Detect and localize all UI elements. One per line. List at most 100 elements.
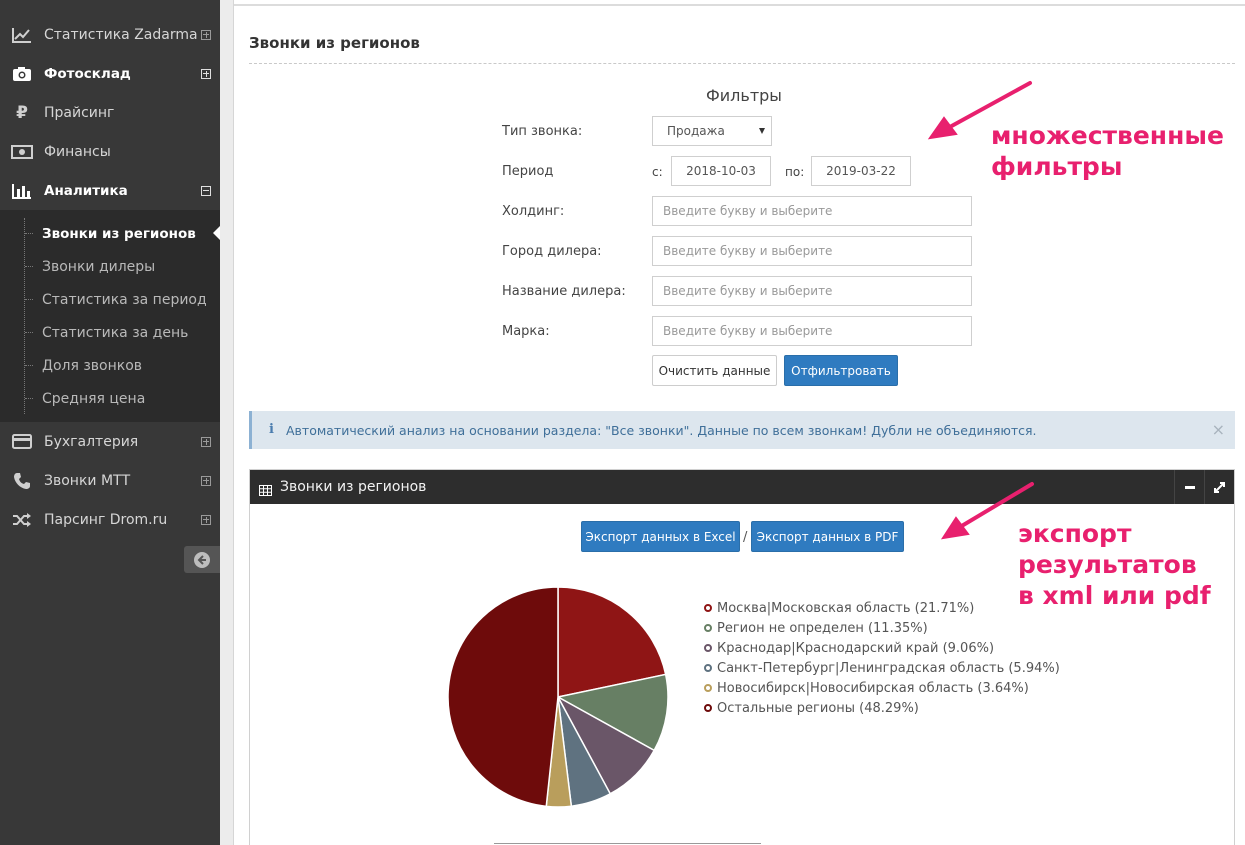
line-chart-icon bbox=[11, 26, 33, 44]
money-icon bbox=[11, 143, 33, 161]
dealer-name-label: Название дилера: bbox=[502, 284, 626, 299]
close-icon[interactable]: × bbox=[1212, 420, 1225, 439]
sidebar-item-drom-parsing[interactable]: Парсинг Drom.ru bbox=[0, 500, 220, 539]
filters-heading: Фильтры bbox=[706, 86, 782, 105]
period-to-label: по: bbox=[785, 165, 805, 179]
info-text: Автоматический анализ на основании разде… bbox=[286, 423, 1037, 438]
legend-item[interactable]: Москва|Московская область (21.71%) bbox=[704, 598, 1060, 618]
sidebar-item-label: Статистика Zadarma bbox=[44, 26, 198, 43]
sidebar-item-label: Фотосклад bbox=[44, 65, 131, 82]
submenu-item-region-calls[interactable]: Звонки из регионов bbox=[0, 217, 220, 250]
annotation-line: результатов bbox=[1018, 550, 1197, 579]
expand-arrows-icon bbox=[1214, 481, 1225, 493]
sidebar-item-label: Финансы bbox=[44, 143, 111, 160]
legend-marker-icon bbox=[704, 644, 712, 652]
widget-title: Звонки из регионов bbox=[280, 479, 427, 495]
annotation-line: фильтры bbox=[991, 152, 1123, 181]
clear-data-button[interactable]: Очистить данные bbox=[652, 355, 777, 386]
sidebar-item-analytics[interactable]: Аналитика bbox=[0, 171, 220, 210]
export-pdf-button[interactable]: Экспорт данных в PDF bbox=[751, 521, 904, 552]
dealer-name-input[interactable]: Введите букву и выберите bbox=[652, 276, 972, 306]
legend-label: Регион не определен (11.35%) bbox=[717, 620, 928, 636]
fullscreen-button[interactable] bbox=[1204, 470, 1234, 504]
widget-header: Звонки из регионов bbox=[250, 470, 1234, 504]
sidebar-item-mtt-calls[interactable]: Звонки МТТ bbox=[0, 461, 220, 500]
legend-label: Остальные регионы (48.29%) bbox=[717, 700, 919, 716]
analytics-submenu: Звонки из регионов Звонки дилеры Статист… bbox=[0, 210, 220, 422]
pie-slice[interactable] bbox=[447, 586, 559, 808]
submenu-item-calls-share[interactable]: Доля звонков bbox=[0, 349, 220, 382]
legend-label: Москва|Московская область (21.71%) bbox=[717, 600, 975, 616]
submenu-item-label: Доля звонков bbox=[42, 357, 143, 374]
sidebar-item-photostock[interactable]: Фотосклад bbox=[0, 54, 220, 93]
legend-item[interactable]: Остальные регионы (48.29%) bbox=[704, 698, 1060, 718]
expand-icon[interactable] bbox=[201, 514, 211, 525]
expand-icon[interactable] bbox=[201, 475, 211, 486]
legend-marker-icon bbox=[704, 664, 712, 672]
submenu-item-label: Статистика за период bbox=[42, 291, 207, 308]
info-alert: i Автоматический анализ на основании раз… bbox=[249, 411, 1235, 449]
annotation-line: множественные bbox=[991, 121, 1224, 150]
collapse-icon[interactable] bbox=[201, 185, 211, 196]
legend-marker-icon bbox=[704, 704, 712, 712]
chevron-down-icon bbox=[759, 128, 765, 134]
expand-icon[interactable] bbox=[201, 68, 211, 79]
sidebar-item-label: Бухгалтерия bbox=[44, 433, 139, 450]
info-icon: i bbox=[269, 422, 274, 437]
legend-marker-icon bbox=[704, 604, 712, 612]
export-excel-button[interactable]: Экспорт данных в Excel bbox=[581, 521, 740, 552]
camera-icon bbox=[11, 65, 33, 83]
page-title: Звонки из регионов bbox=[249, 34, 420, 52]
expand-icon[interactable] bbox=[201, 436, 211, 447]
minimize-button[interactable] bbox=[1174, 470, 1204, 504]
holding-input[interactable]: Введите букву и выберите bbox=[652, 196, 972, 226]
submenu-item-label: Звонки из регионов bbox=[42, 225, 196, 242]
holding-label: Холдинг: bbox=[502, 204, 565, 219]
arrow-left-circle-icon bbox=[194, 551, 210, 568]
submenu-item-dealer-calls[interactable]: Звонки дилеры bbox=[0, 250, 220, 283]
period-label: Период bbox=[502, 164, 554, 179]
filter-button[interactable]: Отфильтровать bbox=[784, 355, 898, 386]
legend-item[interactable]: Регион не определен (11.35%) bbox=[704, 618, 1060, 638]
minus-icon bbox=[1184, 485, 1195, 489]
legend-marker-icon bbox=[704, 684, 712, 692]
expand-icon[interactable] bbox=[201, 29, 211, 40]
brand-input[interactable]: Введите букву и выберите bbox=[652, 316, 972, 346]
period-from-input[interactable]: 2018-10-03 bbox=[671, 156, 771, 186]
sidebar-item-label: Прайсинг bbox=[44, 104, 115, 121]
ruble-icon: ₽ bbox=[16, 102, 28, 123]
annotation-export: экспорт результатов в xml или pdf bbox=[1018, 518, 1211, 611]
sidebar: Статистика Zadarma Фотосклад ₽ Прайсинг … bbox=[0, 0, 220, 845]
sidebar-item-finance[interactable]: Финансы bbox=[0, 132, 220, 171]
phone-icon bbox=[11, 472, 33, 490]
submenu-item-label: Средняя цена bbox=[42, 390, 146, 407]
top-divider bbox=[234, 4, 1245, 6]
content-gutter bbox=[220, 0, 234, 845]
credit-card-icon bbox=[11, 433, 33, 451]
period-from-label: с: bbox=[652, 165, 663, 179]
sidebar-item-label: Аналитика bbox=[44, 182, 128, 199]
bar-chart-icon bbox=[11, 182, 33, 200]
sidebar-item-accounting[interactable]: Бухгалтерия bbox=[0, 422, 220, 461]
legend-label: Новосибирск|Новосибирская область (3.64%… bbox=[717, 680, 1029, 696]
table-icon bbox=[259, 481, 272, 500]
call-type-value: Продажа bbox=[667, 124, 725, 138]
dealer-city-input[interactable]: Введите букву и выберите bbox=[652, 236, 972, 266]
submenu-item-day-stats[interactable]: Статистика за день bbox=[0, 316, 220, 349]
sidebar-item-pricing[interactable]: ₽ Прайсинг bbox=[0, 93, 220, 132]
bottom-rule bbox=[494, 843, 761, 844]
legend-item[interactable]: Новосибирск|Новосибирская область (3.64%… bbox=[704, 678, 1060, 698]
annotation-line: экспорт bbox=[1018, 519, 1132, 548]
sidebar-item-zadarma-stats[interactable]: Статистика Zadarma bbox=[0, 15, 220, 54]
submenu-item-avg-price[interactable]: Средняя цена bbox=[0, 382, 220, 415]
call-type-label: Тип звонка: bbox=[502, 124, 583, 139]
submenu-item-period-stats[interactable]: Статистика за период bbox=[0, 283, 220, 316]
region-pie-chart bbox=[447, 586, 669, 808]
legend-item[interactable]: Санкт-Петербург|Ленинградская область (5… bbox=[704, 658, 1060, 678]
submenu-item-label: Статистика за день bbox=[42, 324, 189, 341]
period-to-input[interactable]: 2019-03-22 bbox=[811, 156, 911, 186]
legend-item[interactable]: Краснодар|Краснодарский край (9.06%) bbox=[704, 638, 1060, 658]
sidebar-collapse-button[interactable] bbox=[184, 546, 220, 573]
call-type-select[interactable]: Продажа bbox=[652, 116, 772, 146]
submenu-item-label: Звонки дилеры bbox=[42, 258, 156, 275]
